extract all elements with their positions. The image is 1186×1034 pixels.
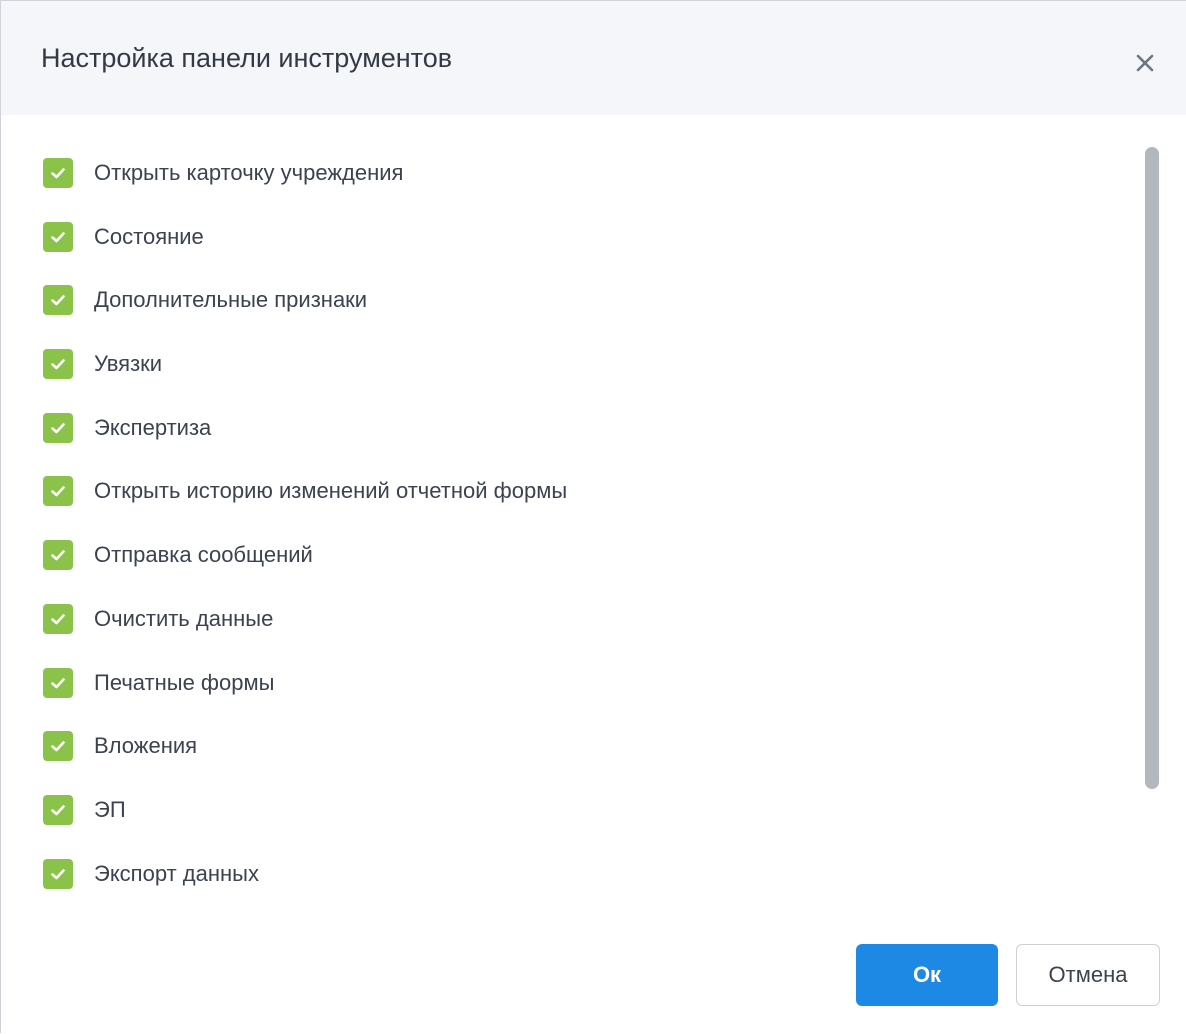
option-item[interactable]: Дополнительные признаки	[43, 269, 1103, 333]
checkmark-icon	[51, 359, 65, 370]
checkmark-icon	[51, 231, 65, 242]
option-checkbox[interactable]	[43, 540, 73, 571]
option-item[interactable]: Вложения	[43, 715, 1103, 779]
checkmark-icon	[51, 614, 65, 625]
cancel-button[interactable]: Отмена	[1016, 944, 1160, 1006]
scrollbar-thumb[interactable]	[1145, 147, 1159, 789]
checkmark-icon	[51, 486, 65, 497]
dialog-header: Настройка панели инструментов	[1, 1, 1186, 115]
option-label: Экспертиза	[94, 414, 212, 440]
option-label: Печатные формы	[94, 669, 275, 695]
option-item[interactable]: Экспертиза	[43, 397, 1103, 461]
checkmark-icon	[51, 168, 65, 179]
option-label: Дополнительные признаки	[94, 287, 368, 313]
option-item[interactable]: Очистить данные	[43, 588, 1103, 652]
option-item[interactable]: Состояние	[43, 206, 1103, 270]
option-checkbox[interactable]	[43, 158, 73, 188]
option-item[interactable]: Печатные формы	[43, 652, 1103, 716]
option-list: Открыть карточку учреждения Состояние Допо…	[43, 142, 1103, 906]
checkmark-icon	[51, 868, 65, 879]
option-label: Вложения	[94, 733, 198, 759]
option-checkbox[interactable]	[43, 794, 73, 825]
option-checkbox[interactable]	[43, 603, 73, 634]
option-item[interactable]: ЭП	[43, 779, 1103, 843]
checkmark-icon	[51, 741, 65, 752]
option-label: Очистить данные	[94, 605, 274, 631]
option-label: ЭП	[94, 796, 126, 822]
checkmark-icon	[51, 550, 65, 561]
option-checkbox[interactable]	[43, 285, 73, 316]
option-item[interactable]: Увязки	[43, 333, 1103, 397]
scrollbar[interactable]	[1141, 147, 1159, 789]
option-checkbox[interactable]	[43, 476, 73, 507]
ok-button[interactable]: Ок	[856, 944, 998, 1006]
option-label: Увязки	[94, 351, 163, 377]
option-label: Открыть карточку учреждения	[94, 160, 404, 185]
option-item[interactable]: Открыть историю изменений отчетной формы	[43, 460, 1103, 524]
dialog-title: Настройка панели инструментов	[41, 43, 453, 73]
dialog-footer: Ок Отмена	[1, 915, 1186, 1034]
option-checkbox[interactable]	[43, 731, 73, 762]
dialog-body: Открыть карточку учреждения Состояние Допо…	[1, 115, 1186, 915]
checkmark-icon	[51, 295, 65, 306]
option-checkbox[interactable]	[43, 858, 73, 889]
close-icon	[1136, 54, 1154, 72]
option-checkbox[interactable]	[43, 221, 73, 252]
option-checkbox[interactable]	[43, 667, 73, 698]
option-label: Экспорт данных	[94, 860, 259, 886]
option-item[interactable]: Отправка сообщений	[43, 524, 1103, 588]
checkmark-icon	[51, 677, 65, 688]
checkmark-icon	[51, 805, 65, 816]
option-label: Открыть историю изменений отчетной формы	[94, 478, 568, 504]
option-checkbox[interactable]	[43, 412, 73, 443]
option-item[interactable]: Открыть карточку учреждения	[43, 142, 1103, 206]
close-button[interactable]	[1128, 46, 1162, 80]
option-checkbox[interactable]	[43, 349, 73, 380]
option-item[interactable]: Экспорт данных	[43, 843, 1103, 907]
toolbar-settings-dialog: Настройка панели инструментов Открыть ка…	[0, 0, 1186, 1033]
option-label: Состояние	[94, 223, 204, 249]
checkmark-icon	[51, 422, 65, 434]
option-label: Отправка сообщений	[94, 542, 313, 568]
